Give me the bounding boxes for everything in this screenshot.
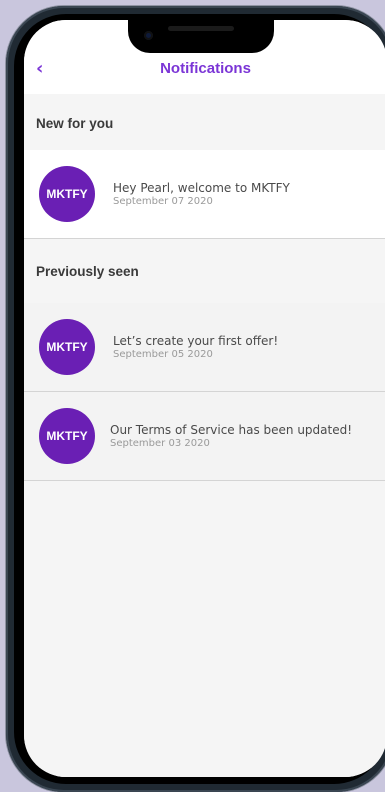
page-title: Notifications (160, 60, 251, 77)
notifications-list: New for you MKTFY Hey Pearl, welcome to … (24, 94, 385, 777)
notification-message: Our Terms of Service has been updated! (110, 423, 353, 437)
notification-text: Hey Pearl, welcome to MKTFY September 07… (113, 181, 290, 207)
notification-message: Hey Pearl, welcome to MKTFY (113, 181, 290, 195)
notification-date: September 03 2020 (110, 438, 210, 449)
section-header-previously-seen: Previously seen (36, 263, 139, 279)
notification-text: Let’s create your first offer! September… (113, 334, 278, 360)
avatar: MKTFY (39, 319, 95, 375)
avatar: MKTFY (39, 166, 95, 222)
notification-date: September 07 2020 (113, 196, 213, 207)
notification-message: Let’s create your first offer! (113, 334, 279, 348)
speaker-grille (168, 26, 234, 31)
notification-text: Our Terms of Service has been updated! S… (110, 423, 352, 449)
section-header-new: New for you (36, 115, 114, 131)
camera-icon (144, 31, 153, 40)
avatar: MKTFY (39, 408, 95, 464)
notification-row[interactable]: MKTFY Hey Pearl, welcome to MKTFY Septem… (24, 150, 385, 239)
notification-row[interactable]: MKTFY Our Terms of Service has been upda… (24, 392, 385, 481)
notification-date: September 05 2020 (113, 349, 213, 360)
notification-row[interactable]: MKTFY Let’s create your first offer! Sep… (24, 303, 385, 392)
phone-screen: ‹ Notifications New for you MKTFY Hey Pe… (24, 20, 385, 777)
device-notch (128, 20, 274, 53)
